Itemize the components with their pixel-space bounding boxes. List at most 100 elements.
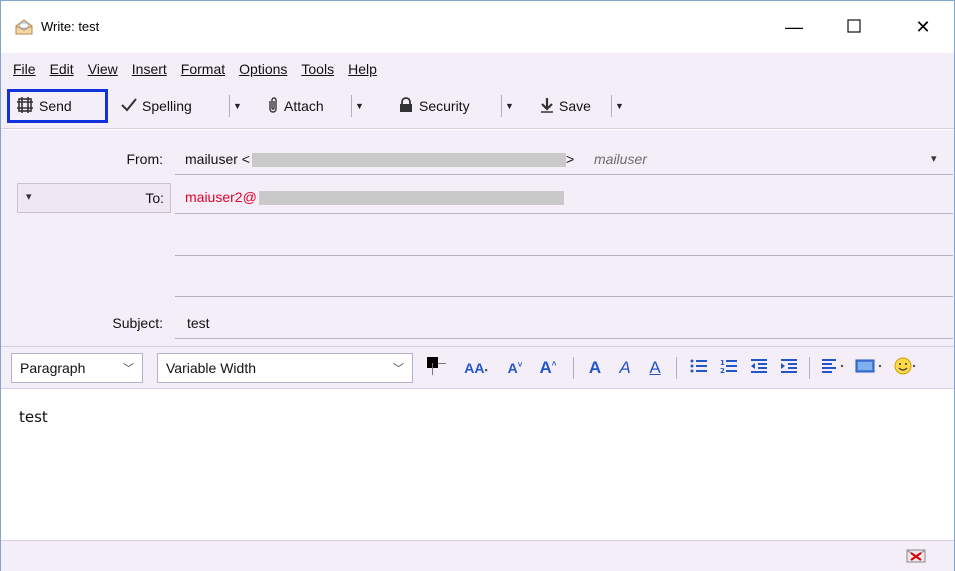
subject-underline xyxy=(175,338,953,339)
menu-insert[interactable]: Insert xyxy=(130,61,169,77)
bold-button[interactable]: A xyxy=(585,356,605,380)
to-label: To: xyxy=(145,190,164,206)
paragraph-format-value: Paragraph xyxy=(20,360,86,376)
recipient-row-2-underline[interactable] xyxy=(175,255,953,256)
compose-window: Write: test — ✕ File Edit View Insert Fo… xyxy=(0,0,955,571)
bold-icon: A xyxy=(588,358,602,377)
security-dropdown-button[interactable]: ▼ xyxy=(501,95,517,117)
larger-text-button[interactable]: A˄ xyxy=(536,356,560,380)
spelling-button[interactable]: Spelling xyxy=(121,89,192,123)
save-label: Save xyxy=(559,98,591,114)
dropdown-arrow-icon: ▼ xyxy=(505,101,514,111)
font-size-icon: AA▪ xyxy=(464,360,488,376)
insert-object-button[interactable] xyxy=(853,356,887,380)
align-left-icon xyxy=(821,358,847,378)
chevron-down-icon: ﹀ xyxy=(123,363,134,375)
lock-icon xyxy=(398,96,419,116)
outdent-icon xyxy=(750,358,768,378)
smiley-icon xyxy=(893,356,917,380)
window-title: Write: test xyxy=(41,19,100,34)
menu-bar: File Edit View Insert Format Options Too… xyxy=(1,53,954,85)
numbered-list-button[interactable]: 12 xyxy=(717,356,741,380)
separator xyxy=(573,357,574,379)
compose-app-icon xyxy=(15,19,33,35)
smaller-text-button[interactable]: A˅ xyxy=(504,356,526,380)
italic-button[interactable]: A xyxy=(615,356,635,380)
menu-view[interactable]: View xyxy=(86,61,120,77)
menu-help[interactable]: Help xyxy=(346,61,379,77)
address-type-toggle[interactable]: ▾ To: xyxy=(17,183,171,213)
to-address: maiuser2@ xyxy=(185,189,257,205)
download-arrow-icon xyxy=(540,97,559,116)
indent-button[interactable] xyxy=(777,356,801,380)
chevron-down-icon: ﹀ xyxy=(393,363,404,375)
outdent-button[interactable] xyxy=(747,356,771,380)
paperclip-icon xyxy=(267,96,284,117)
attach-button[interactable]: Attach xyxy=(267,89,324,123)
spelling-label: Spelling xyxy=(142,98,192,114)
smaller-text-icon: A˅ xyxy=(507,360,523,376)
security-button[interactable]: Security xyxy=(398,89,470,123)
text-color-button[interactable] xyxy=(423,356,449,380)
from-identity: mailuser xyxy=(594,151,647,167)
from-suffix: > xyxy=(565,151,575,167)
menu-file[interactable]: File xyxy=(11,61,38,77)
font-size-button[interactable]: AA▪ xyxy=(461,356,491,380)
from-label: From: xyxy=(126,151,163,167)
maximize-button[interactable] xyxy=(831,1,877,53)
recipient-row-3-underline[interactable] xyxy=(175,296,953,297)
chevron-down-icon[interactable]: ▾ xyxy=(931,152,937,165)
close-button[interactable]: ✕ xyxy=(900,1,946,53)
format-toolbar: Paragraph ﹀ Variable Width ﹀ AA▪ A˅ A˄ A… xyxy=(1,346,954,389)
numbered-list-icon: 12 xyxy=(720,358,738,378)
menu-options[interactable]: Options xyxy=(237,61,289,77)
close-icon: ✕ xyxy=(915,16,931,37)
minimize-icon: — xyxy=(785,16,803,37)
subject-field[interactable]: test xyxy=(187,315,210,331)
image-insert-icon xyxy=(855,358,885,378)
chevron-down-icon: ▾ xyxy=(26,191,32,203)
italic-icon: A xyxy=(619,358,631,377)
minimize-button[interactable]: — xyxy=(771,1,817,53)
menu-format[interactable]: Format xyxy=(179,61,227,77)
title-bar[interactable]: Write: test — ✕ xyxy=(1,1,954,53)
attach-dropdown-button[interactable]: ▼ xyxy=(351,95,367,117)
send-label: Send xyxy=(39,98,72,114)
checkmark-icon xyxy=(121,97,142,115)
menu-edit[interactable]: Edit xyxy=(48,61,76,77)
status-bar xyxy=(1,540,954,571)
color-picker-icon xyxy=(424,355,448,381)
underline-icon: A xyxy=(649,358,661,377)
alignment-button[interactable] xyxy=(819,356,849,380)
menu-tools[interactable]: Tools xyxy=(299,61,336,77)
larger-text-icon: A˄ xyxy=(539,358,557,377)
message-body-text: test xyxy=(19,408,48,426)
compose-header: From: mailuser < > mailuser ▾ ▾ To: maius… xyxy=(1,130,954,346)
subject-label: Subject: xyxy=(112,315,163,331)
save-button[interactable]: Save xyxy=(540,89,591,123)
svg-text:2: 2 xyxy=(720,367,725,374)
save-dropdown-button[interactable]: ▼ xyxy=(611,95,627,117)
message-body-editor[interactable]: test xyxy=(1,390,954,540)
dropdown-arrow-icon: ▼ xyxy=(355,101,364,111)
separator xyxy=(809,357,810,379)
font-family-value: Variable Width xyxy=(166,360,257,376)
bulleted-list-button[interactable] xyxy=(687,356,711,380)
dropdown-arrow-icon: ▼ xyxy=(233,101,242,111)
spelling-dropdown-button[interactable]: ▼ xyxy=(229,95,245,117)
send-icon xyxy=(16,96,39,117)
paragraph-format-select[interactable]: Paragraph ﹀ xyxy=(11,353,143,383)
indent-icon xyxy=(780,358,798,378)
send-button[interactable]: Send xyxy=(7,89,108,123)
compose-toolbar: Send Spelling ▼ Attach ▼ Security ▼ Save… xyxy=(1,85,954,129)
font-family-select[interactable]: Variable Width ﹀ xyxy=(157,353,413,383)
offline-status-icon[interactable] xyxy=(906,548,928,564)
maximize-icon xyxy=(847,17,861,38)
redacted-address xyxy=(251,153,566,168)
separator xyxy=(676,357,677,379)
underline-button[interactable]: A xyxy=(645,356,665,380)
from-underline xyxy=(175,174,953,175)
insert-smiley-button[interactable] xyxy=(891,356,919,380)
attach-label: Attach xyxy=(284,98,324,114)
security-label: Security xyxy=(419,98,470,114)
